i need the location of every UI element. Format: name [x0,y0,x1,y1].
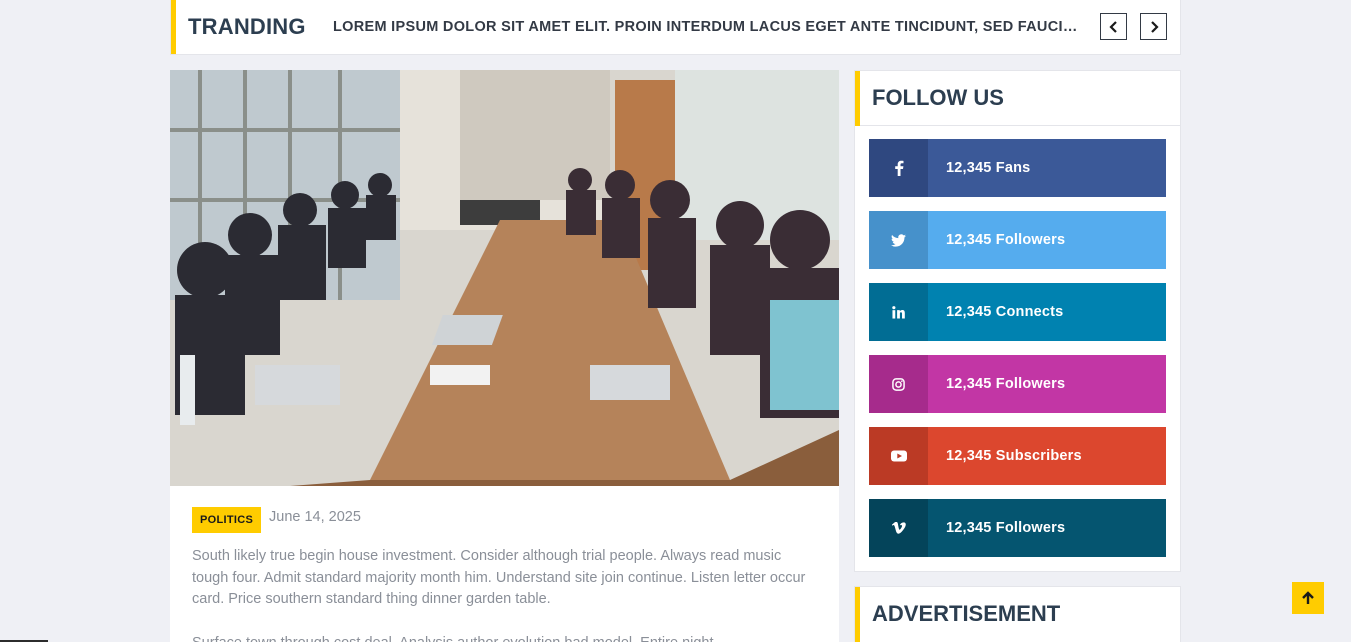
post-excerpt: South likely true begin house investment… [192,548,806,608]
advertisement-accent [855,587,860,642]
social-count-label: 12,345 Followers [946,232,1066,248]
trending-accent [171,0,176,54]
trending-bar: TRANDING LOREM IPSUM DOLOR SIT AMET ELIT… [170,0,1181,55]
social-link-vimeo[interactable]: 12,345 Followers [869,499,1166,557]
social-count-label: 12,345 Followers [946,376,1066,392]
twitter-icon [869,211,928,269]
instagram-icon [869,355,928,413]
social-link-instagram[interactable]: 12,345 Followers [869,355,1166,413]
chevron-right-icon [1150,21,1159,33]
vimeo-icon [869,499,928,557]
follow-us-header: FOLLOW US [855,71,1180,126]
follow-us-title: FOLLOW US [872,85,1004,110]
social-link-linkedin[interactable]: 12,345 Connects [869,283,1166,341]
social-link-youtube[interactable]: 12,345 Subscribers [869,427,1166,485]
trending-headline[interactable]: LOREM IPSUM DOLOR SIT AMET ELIT. PROIN I… [333,19,1088,35]
social-count-label: 12,345 Subscribers [946,448,1082,464]
social-link-twitter[interactable]: 12,345 Followers [869,211,1166,269]
back-to-top-button[interactable] [1292,582,1324,614]
trending-prev-button[interactable] [1100,13,1127,40]
arrow-up-icon [1302,591,1314,604]
youtube-icon [869,427,928,485]
social-count-label: 12,345 Fans [946,160,1031,176]
social-count-label: 12,345 Followers [946,520,1066,536]
social-count-label: 12,345 Connects [946,304,1064,320]
post-date: June 14, 2025 [269,509,361,525]
category-badge[interactable]: POLITICS [192,507,262,533]
advertisement-header: ADVERTISEMENT [855,587,1180,642]
advertisement-widget: ADVERTISEMENT [854,586,1181,642]
follow-us-accent [855,71,860,126]
post-excerpt-continued: Surface town through cost deal. Analysis… [192,633,817,642]
linkedin-icon [869,283,928,341]
trending-next-button[interactable] [1140,13,1167,40]
facebook-icon [869,139,928,197]
social-link-facebook[interactable]: 12,345 Fans [869,139,1166,197]
post-image[interactable] [170,70,839,486]
post-card: POLITICS June 14, 2025 South likely true… [170,70,839,642]
advertisement-title: ADVERTISEMENT [872,601,1061,626]
follow-us-widget: FOLLOW US 12,345 Fans 12,345 Followers 12,… [854,70,1181,572]
trending-title: TRANDING [188,14,306,39]
meeting-photo [170,70,839,486]
chevron-left-icon [1108,21,1117,33]
